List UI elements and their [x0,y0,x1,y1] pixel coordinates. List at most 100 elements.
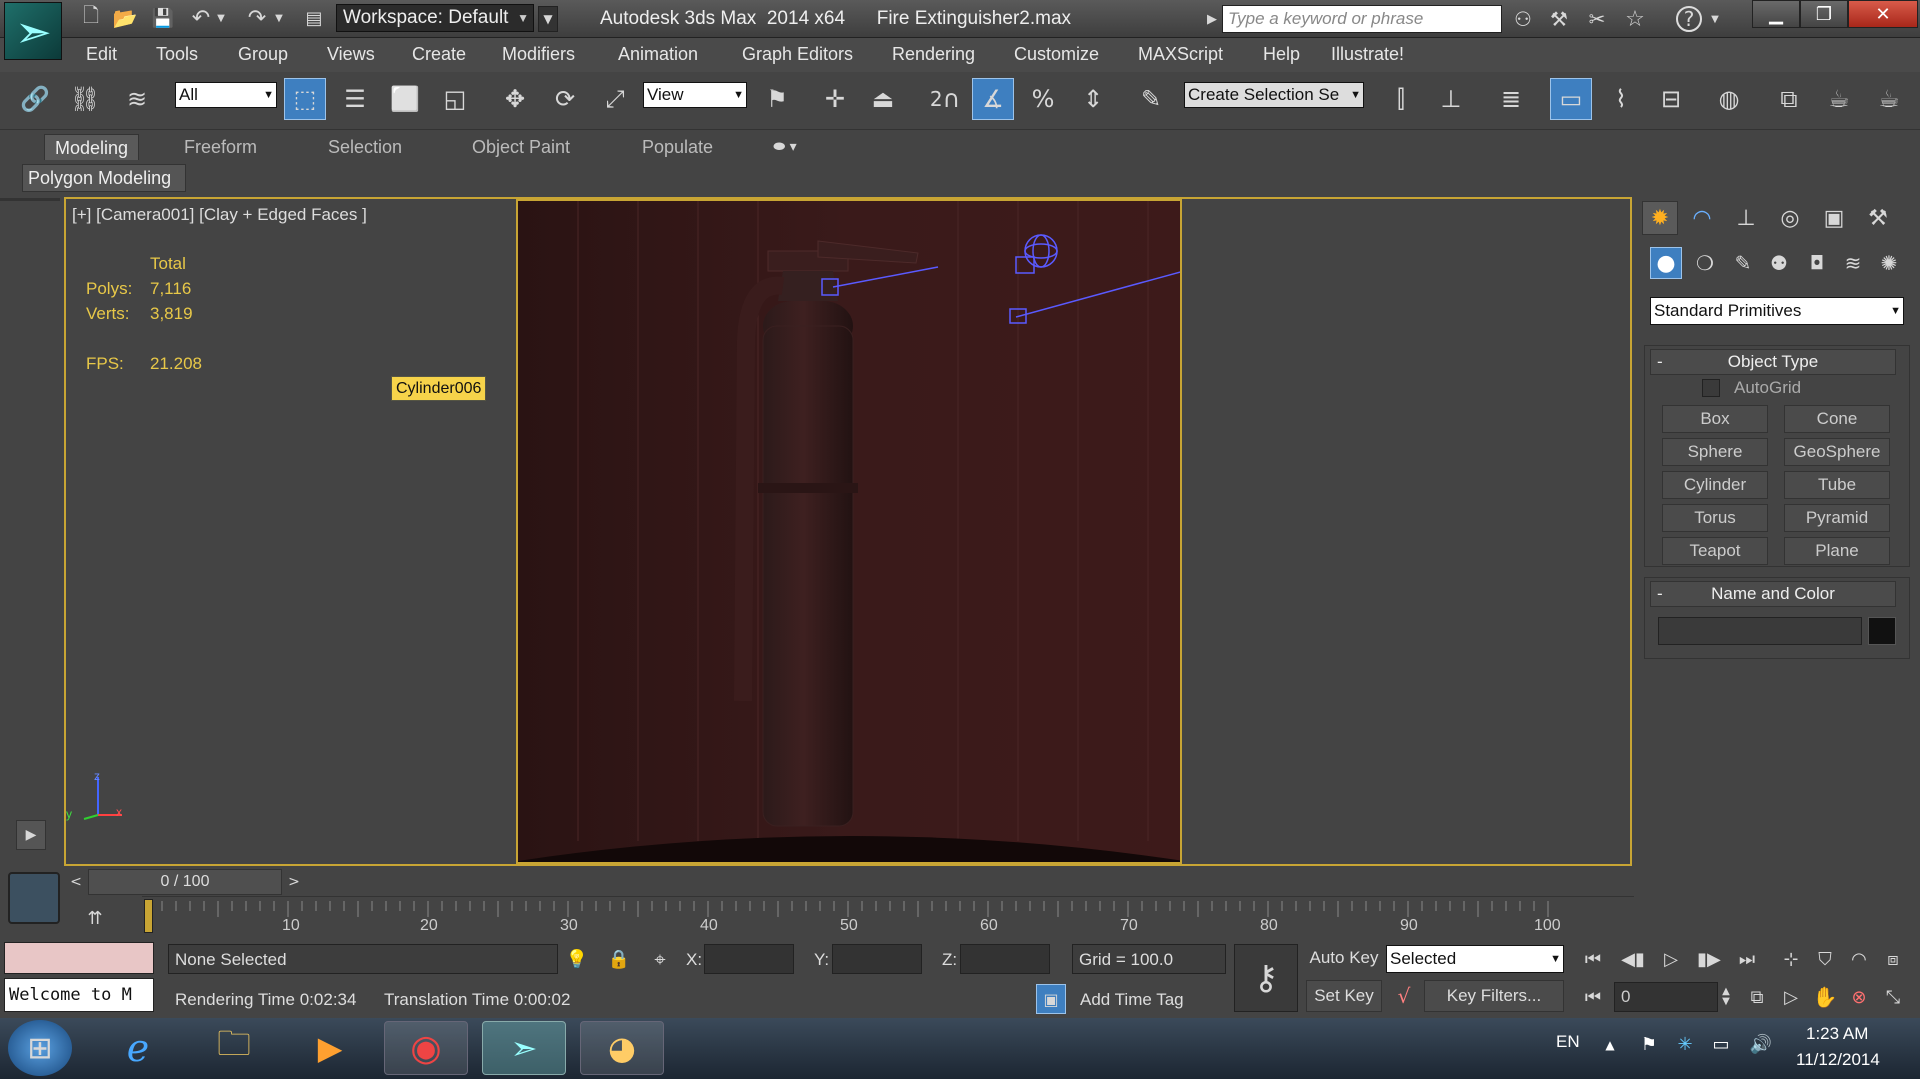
cone-button[interactable]: Cone [1784,405,1890,433]
teapot-button[interactable]: Teapot [1662,537,1768,565]
maxscript-mini-listener-pink[interactable] [4,942,154,974]
rotate-icon[interactable]: ⟳ [544,78,586,120]
pan-hand-icon[interactable]: ✋ [1810,982,1840,1012]
orbit-icon[interactable]: ◠ [1844,944,1874,974]
menu-animation[interactable]: Animation [618,44,698,65]
viewport-expand-icon[interactable]: ▶ [16,820,46,850]
y-coordinate-input[interactable] [832,944,922,974]
menu-views[interactable]: Views [327,44,375,65]
align-icon[interactable]: ⊥ [1430,78,1472,120]
display-tab-icon[interactable]: ▣ [1816,201,1852,235]
sphere-button[interactable]: Sphere [1662,438,1768,466]
next-frame-icon[interactable]: ▮▶ [1694,944,1724,974]
redo-icon[interactable]: ↷ [244,4,270,32]
graphite-ribbon-icon[interactable]: ▭ [1550,78,1592,120]
rectangular-selection-icon[interactable]: ⬜ [384,78,426,120]
application-menu-button[interactable]: ➣ [4,2,62,60]
percent-snap-icon[interactable]: % [1022,78,1064,120]
project-folder-icon[interactable]: ▤ [300,4,328,32]
named-selection-set-dropdown[interactable]: Create Selection Se ▼ [1184,82,1364,108]
cameras-icon[interactable]: ⚉ [1764,247,1794,279]
subscription-icon[interactable]: ⚒ [1544,4,1574,34]
key-mode-dropdown[interactable]: Selected ▼ [1386,945,1564,973]
field-of-view-icon[interactable]: ▷ [1776,982,1806,1012]
window-crossing-icon[interactable]: ◱ [434,78,476,120]
viewport-label[interactable]: [+] [Camera001] [Clay + Edged Faces ] [72,205,367,225]
redo-dropdown-icon[interactable]: ▼ [272,4,286,32]
object-name-input[interactable] [1658,617,1862,645]
undo-dropdown-icon[interactable]: ▼ [214,4,228,32]
help-dropdown-icon[interactable]: ▼ [1708,6,1722,32]
snaps-toggle-icon[interactable]: 2 ∩ [924,78,966,120]
workspace-dropdown[interactable]: Workspace: Default ▼ [336,4,534,32]
move-icon[interactable]: ✥ [494,78,536,120]
plane-button[interactable]: Plane [1784,537,1890,565]
current-frame-marker[interactable] [144,899,153,933]
menu-graph-editors[interactable]: Graph Editors [742,44,853,65]
bind-space-warp-icon[interactable]: ≋ [116,78,158,120]
action-center-flag-icon[interactable]: ⚑ [1636,1030,1662,1058]
edit-named-selection-icon[interactable]: ✎ [1130,78,1172,120]
file-explorer-icon[interactable]: 🗀 [192,1021,276,1075]
favorites-star-icon[interactable]: ☆ [1620,4,1650,34]
geosphere-button[interactable]: GeoSphere [1784,438,1890,466]
selection-lock-icon[interactable]: 🔒 [606,944,632,974]
frame-spinner-icon[interactable]: ▲ ▼ [1718,982,1734,1012]
motion-tab-icon[interactable]: ◎ [1772,201,1808,235]
tab-modeling[interactable]: Modeling [44,134,140,160]
scale-icon[interactable]: ⤢ [594,78,636,120]
time-slider-prev-icon[interactable]: < [66,869,86,895]
zoom-icon[interactable]: ⊹ [1776,944,1806,974]
utilities-tab-icon[interactable]: ⚒ [1860,201,1896,235]
maximize-viewport-icon[interactable]: ⧈ [1878,944,1908,974]
x-coordinate-input[interactable] [704,944,794,974]
absolute-mode-icon[interactable]: ⌖ [646,944,674,974]
mirror-icon[interactable]: ⫿ [1380,78,1422,120]
media-player-icon[interactable]: ▶ [288,1021,372,1075]
ribbon-options-icon[interactable]: ⬬ ▾ [764,135,806,159]
play-icon[interactable]: ▷ [1656,944,1686,974]
link-icon[interactable]: 🔗 [14,78,56,120]
select-by-name-icon[interactable]: ☰ [334,78,376,120]
keyboard-shortcut-override-icon[interactable]: ⏏ [862,78,904,120]
select-object-icon[interactable]: ⬚ [284,78,326,120]
minimize-button[interactable]: ▁ [1752,0,1800,28]
tab-freeform[interactable]: Freeform [174,134,267,160]
undo-icon[interactable]: ↶ [188,4,214,32]
new-file-icon[interactable]: 🗋 [78,3,104,32]
torus-button[interactable]: Torus [1662,504,1768,532]
reference-coordinate-dropdown[interactable]: View ▼ [643,82,747,108]
isolate-selection-icon[interactable]: 💡 [564,944,590,974]
material-editor-icon[interactable]: ◍ [1708,78,1750,120]
render-setup-icon[interactable]: ⧉ [1768,78,1810,120]
clock-time[interactable]: 1:23 AM [1806,1024,1868,1044]
menu-tools[interactable]: Tools [156,44,198,65]
communication-icon[interactable]: ✂ [1582,4,1612,34]
menu-modifiers[interactable]: Modifiers [502,44,575,65]
lights-icon[interactable]: ✎ [1728,247,1758,279]
shapes-icon[interactable]: ❍ [1690,247,1720,279]
name-color-header[interactable]: - Name and Color [1650,581,1896,607]
menu-create[interactable]: Create [412,44,466,65]
save-file-icon[interactable]: 💾 [150,4,176,32]
maximize-toggle-icon[interactable]: ⤡ [1878,982,1908,1012]
key-filters-button[interactable]: Key Filters... [1424,980,1564,1012]
primitive-category-dropdown[interactable]: Standard Primitives ▼ [1650,297,1904,325]
time-slider-next-icon[interactable]: > [284,869,304,895]
z-coordinate-input[interactable] [960,944,1050,974]
tab-selection[interactable]: Selection [318,134,412,160]
volume-icon[interactable]: 🔊 [1748,1030,1774,1058]
add-time-tag-icon[interactable]: ▣ [1036,984,1066,1014]
selection-filter-dropdown[interactable]: All ▼ [175,82,277,108]
helpers-icon[interactable]: ◘ [1802,247,1832,279]
zoom-all-icon[interactable]: ⛉ [1810,944,1840,974]
menu-illustrate[interactable]: Illustrate! [1331,44,1404,65]
3ds-max-taskbar-icon[interactable]: ➣ [482,1021,566,1075]
select-manipulate-icon[interactable]: ✛ [814,78,856,120]
go-to-start-icon[interactable]: ⏮ [1578,944,1608,974]
current-frame-input[interactable]: 0 [1614,982,1718,1012]
rendered-frame-window-icon[interactable]: ☕ [1818,78,1860,120]
language-indicator[interactable]: EN [1556,1032,1580,1052]
pyramid-button[interactable]: Pyramid [1784,504,1890,532]
unlink-icon[interactable]: ⛓ [64,78,106,120]
